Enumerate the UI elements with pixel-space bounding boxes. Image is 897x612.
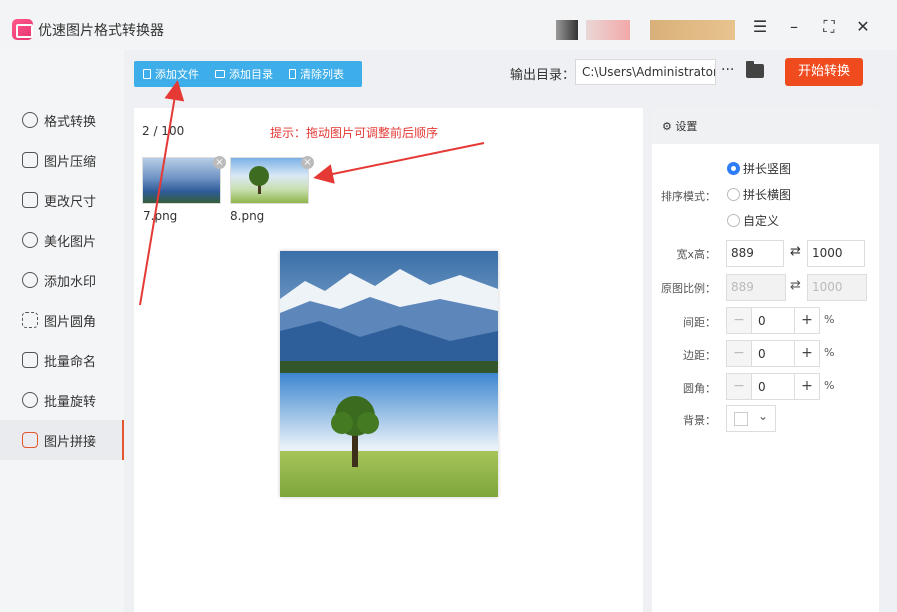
radio-custom[interactable]: [727, 214, 740, 227]
gap-input[interactable]: 0: [752, 307, 794, 334]
radius-unit: %: [824, 379, 835, 392]
option-vertical: 拼长竖图: [743, 162, 792, 176]
margin-plus-button[interactable]: +: [794, 340, 820, 367]
width-input[interactable]: 889: [726, 240, 784, 267]
radius-plus-button[interactable]: +: [794, 373, 820, 400]
gap-label: 间距：: [683, 316, 716, 329]
ratio-height-input: 1000: [807, 274, 867, 301]
settings-header: ⚙ 设置: [652, 108, 879, 144]
radius-minus-button[interactable]: −: [726, 373, 752, 400]
gear-icon: ⚙: [662, 120, 676, 133]
margin-label: 边距：: [683, 349, 716, 362]
chevron-down-icon: ⌄: [758, 409, 769, 423]
option-custom: 自定义: [743, 214, 780, 228]
swap-icon: ⇄: [790, 278, 801, 293]
radius-label: 圆角：: [683, 382, 716, 395]
margin-input[interactable]: 0: [752, 340, 794, 367]
color-swatch: [734, 412, 748, 426]
margin-minus-button[interactable]: −: [726, 340, 752, 367]
background-label: 背景：: [683, 414, 716, 427]
sort-mode-label: 排序模式：: [661, 190, 716, 203]
arrow-to-thumbnail: [313, 142, 485, 184]
gap-plus-button[interactable]: +: [794, 307, 820, 334]
ratio-label: 原图比例：: [661, 282, 716, 295]
ratio-width-input: 889: [726, 274, 786, 301]
margin-unit: %: [824, 346, 835, 359]
swap-icon[interactable]: ⇄: [790, 244, 801, 259]
gap-minus-button[interactable]: −: [726, 307, 752, 334]
radius-input[interactable]: 0: [752, 373, 794, 400]
settings-title: 设置: [675, 120, 698, 133]
radio-horizontal[interactable]: [727, 188, 740, 201]
arrow-to-add-file: [139, 80, 185, 306]
background-color-picker[interactable]: ⌄: [726, 405, 776, 432]
option-horizontal: 拼长横图: [743, 188, 792, 202]
size-label: 宽x高：: [676, 248, 716, 261]
height-input[interactable]: 1000: [807, 240, 865, 267]
radio-vertical[interactable]: [727, 162, 740, 175]
gap-unit: %: [824, 313, 835, 326]
